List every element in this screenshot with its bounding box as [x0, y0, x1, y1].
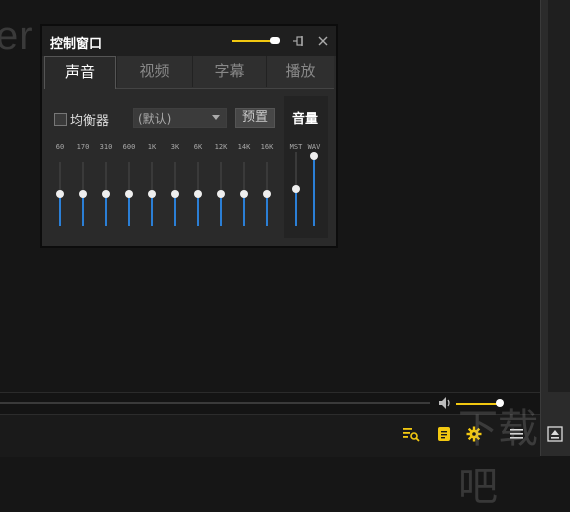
tab-playback[interactable]: 播放: [266, 56, 334, 87]
eq-band-label: 6K: [193, 143, 203, 151]
eq-band-fill: [266, 194, 268, 226]
volume-channel-fill: [295, 189, 297, 226]
eq-band-label: 310: [99, 143, 113, 151]
window-title: 控制窗口: [50, 37, 103, 52]
eq-band-label: 600: [122, 143, 136, 151]
tab-audio[interactable]: 声音: [44, 56, 116, 89]
volume-channel-label: MST: [289, 143, 303, 151]
eq-band-label: 16K: [260, 143, 274, 151]
tab-video[interactable]: 视频: [116, 56, 192, 87]
player-volume-knob[interactable]: [496, 399, 504, 407]
right-scroll-track: [548, 0, 570, 392]
eq-band-knob[interactable]: [171, 190, 179, 198]
eq-band-fill: [105, 194, 107, 226]
volume-channel-label: WAV: [307, 143, 321, 151]
seek-bar[interactable]: [0, 402, 430, 404]
playlist-search-icon[interactable]: [402, 426, 420, 442]
eq-band-fill: [59, 194, 61, 226]
eq-band-knob[interactable]: [125, 190, 133, 198]
eq-band-fill: [128, 194, 130, 226]
bottom-toolbar: [0, 414, 540, 457]
tab-bar: 声音 视频 字幕 播放: [44, 56, 334, 89]
equalizer-checkbox[interactable]: [54, 113, 67, 126]
eq-band-label: 1K: [147, 143, 157, 151]
eq-band-knob[interactable]: [263, 190, 271, 198]
eq-band-knob[interactable]: [148, 190, 156, 198]
close-icon[interactable]: [316, 34, 330, 48]
equalizer-label[interactable]: 均衡器: [70, 110, 109, 129]
eq-band-fill: [174, 194, 176, 226]
chevron-down-icon: [212, 115, 220, 120]
menu-icon[interactable]: [508, 426, 526, 442]
minimize-icon[interactable]: [546, 426, 564, 442]
opacity-slider-knob[interactable]: [270, 37, 280, 44]
volume-channel-fill: [313, 155, 315, 226]
eq-band-knob[interactable]: [194, 190, 202, 198]
eq-band-label: 3K: [170, 143, 180, 151]
eq-band-fill: [197, 194, 199, 226]
control-window: 控制窗口 声音 视频 字幕 播放 均衡器 (默认) 预置 音量 60 170 310…: [40, 24, 338, 248]
eq-band-knob[interactable]: [217, 190, 225, 198]
eq-band-knob[interactable]: [56, 190, 64, 198]
eq-band-knob[interactable]: [102, 190, 110, 198]
eq-band-fill: [151, 194, 153, 226]
eq-band-label: 60: [55, 143, 65, 151]
eq-band-fill: [220, 194, 222, 226]
pin-icon[interactable]: [292, 34, 306, 48]
settings-icon[interactable]: [465, 426, 483, 442]
eq-band-label: 14K: [237, 143, 251, 151]
eq-band-label: 170: [76, 143, 90, 151]
eq-band-fill: [82, 194, 84, 226]
eq-band-knob[interactable]: [240, 190, 248, 198]
notes-icon[interactable]: [435, 426, 453, 442]
background-text: er: [0, 14, 34, 58]
volume-title: 音量: [292, 112, 319, 127]
volume-channel-knob[interactable]: [310, 151, 318, 160]
player-volume-fill: [456, 403, 500, 405]
preset-select-value: (默认): [138, 112, 172, 126]
tab-subtitle[interactable]: 字幕: [192, 56, 266, 87]
volume-channel-knob[interactable]: [292, 185, 300, 193]
eq-band-knob[interactable]: [79, 190, 87, 198]
preset-button[interactable]: 预置: [235, 108, 275, 128]
eq-band-label: 12K: [214, 143, 228, 151]
speaker-icon[interactable]: [438, 396, 454, 410]
eq-band-fill: [243, 194, 245, 226]
